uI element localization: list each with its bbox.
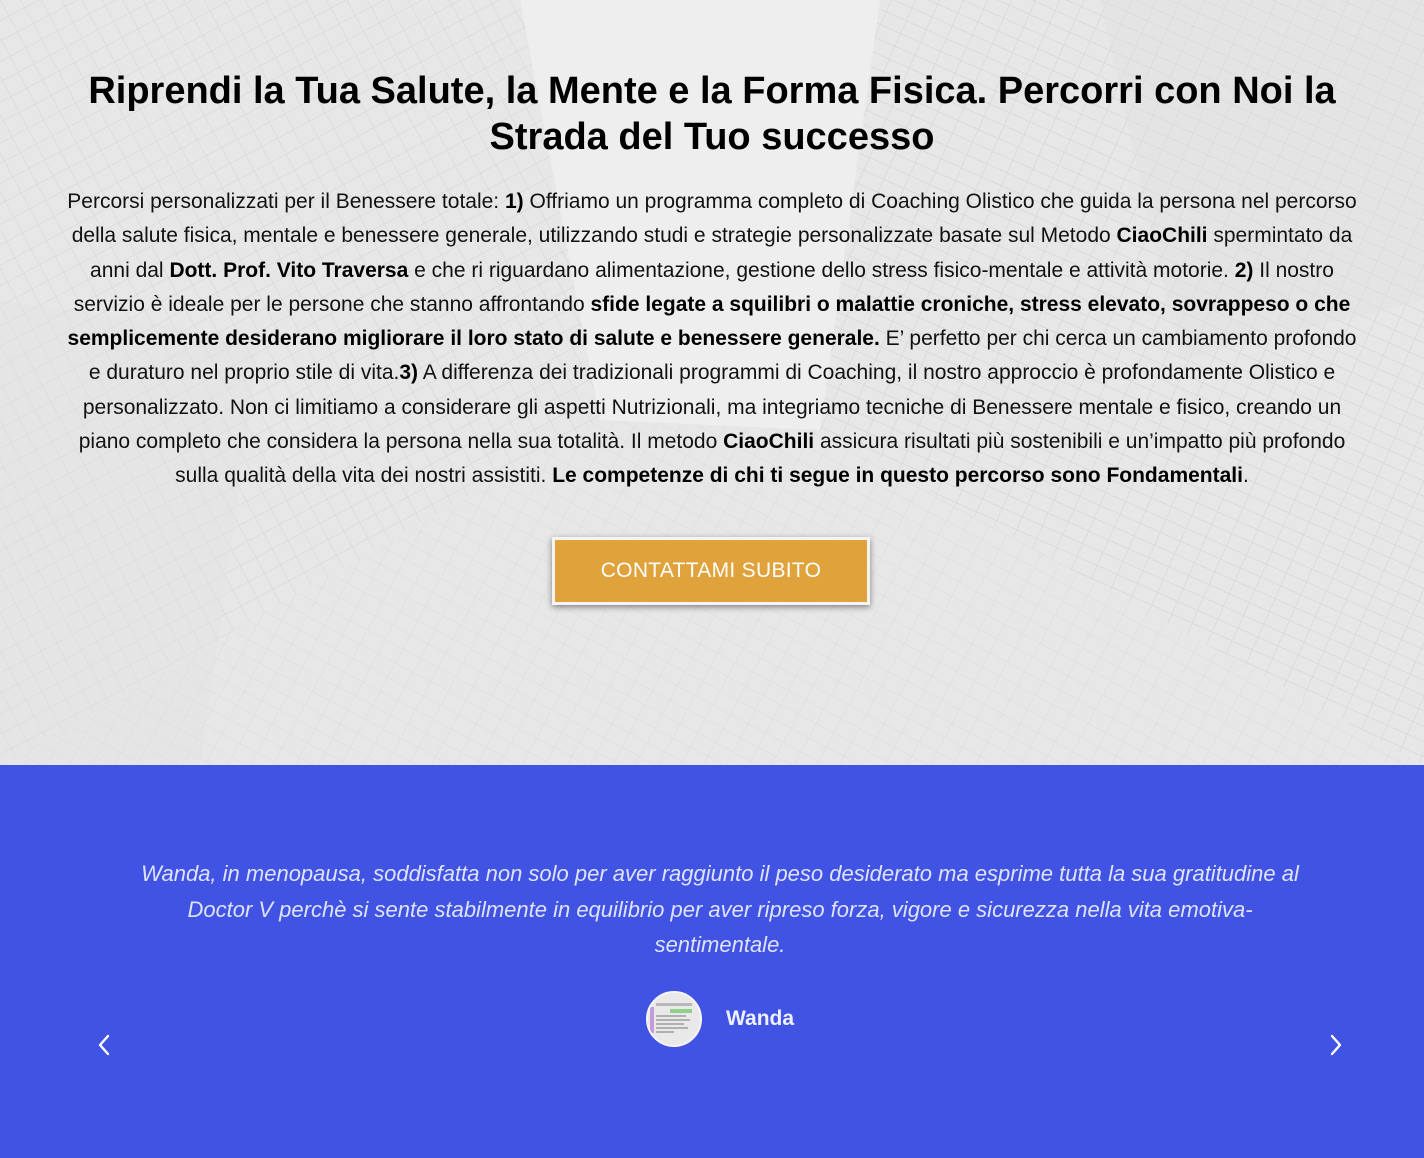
hero-text-bold: Le competenze di chi ti segue in questo … bbox=[552, 464, 1243, 488]
chevron-left-icon bbox=[98, 1034, 110, 1056]
hero-text-bold: 1) bbox=[504, 190, 524, 213]
next-slide-button[interactable] bbox=[1324, 1030, 1348, 1060]
hero-section: Riprendi la Tua Salute, la Mente e la Fo… bbox=[0, 0, 1424, 765]
contact-now-button[interactable]: CONTATTAMI SUBITO bbox=[552, 536, 870, 605]
chevron-right-icon bbox=[1330, 1034, 1342, 1056]
hero-text-segment: Percorsi personalizzati per il Benessere… bbox=[67, 190, 505, 213]
testimonial-author: Wanda bbox=[646, 990, 794, 1048]
testimonial-quote: Wanda, in menopausa, soddisfatta non sol… bbox=[141, 861, 1299, 957]
hero-text-segment: . bbox=[1242, 464, 1249, 488]
hero-text-segment: e che ri riguardano alimentazione, gesti… bbox=[408, 258, 1235, 282]
testimonial-slider: Wanda, in menopausa, soddisfatta non sol… bbox=[0, 765, 1424, 1158]
hero-text-bold: CiaoChili bbox=[723, 430, 815, 454]
hero-content: Riprendi la Tua Salute, la Mente e la Fo… bbox=[0, 0, 1424, 605]
author-avatar bbox=[646, 991, 702, 1047]
previous-slide-button[interactable] bbox=[92, 1030, 116, 1060]
avatar-image bbox=[648, 993, 700, 1045]
cta-wrapper: CONTATTAMI SUBITO bbox=[0, 536, 1424, 605]
hero-text-bold: 3) bbox=[399, 361, 419, 385]
hero-description: Percorsi personalizzati per il Benessere… bbox=[67, 185, 1357, 494]
hero-title: Riprendi la Tua Salute, la Mente e la Fo… bbox=[88, 70, 1336, 158]
hero-text-bold: CiaoChili bbox=[1116, 224, 1208, 248]
hero-text-bold: Dott. Prof. Vito Traversa bbox=[169, 258, 409, 282]
hero-text-bold: 2) bbox=[1234, 258, 1254, 282]
author-name: Wanda bbox=[726, 1007, 795, 1030]
